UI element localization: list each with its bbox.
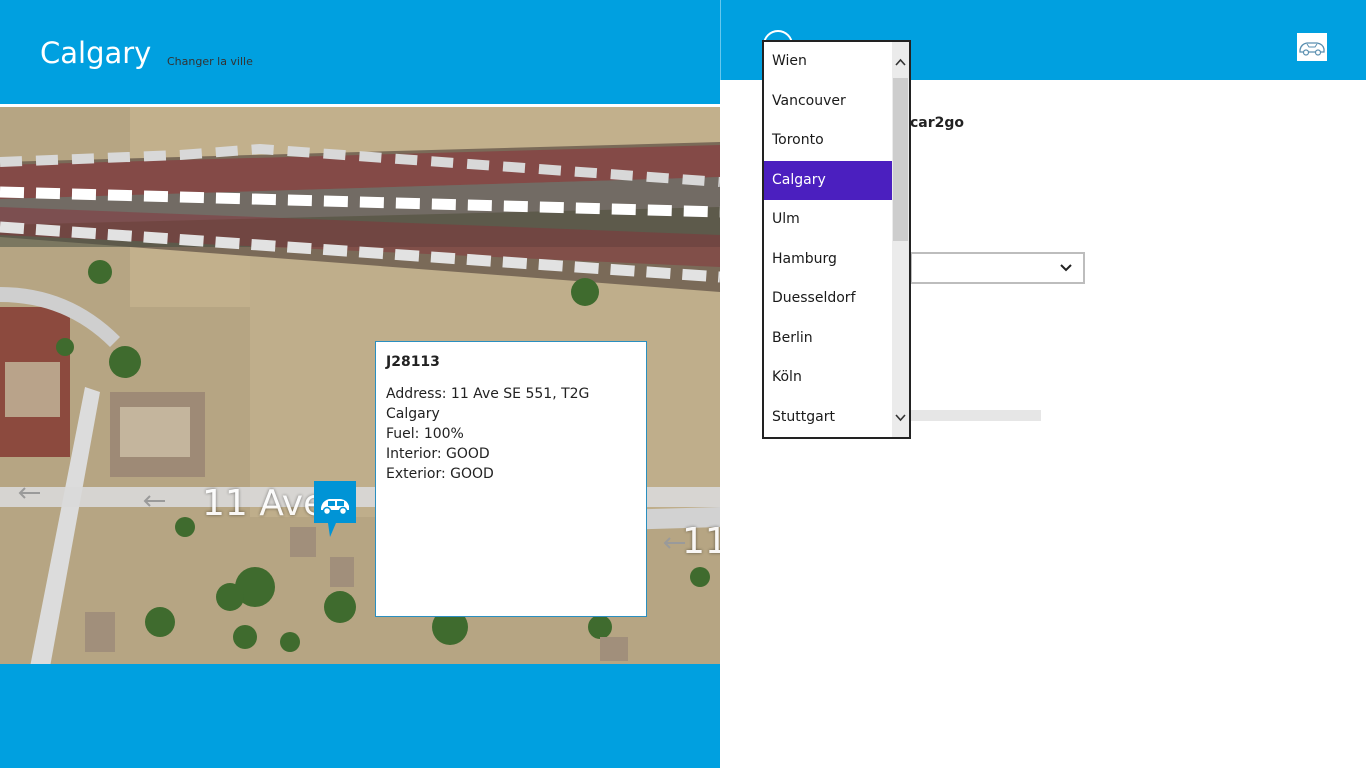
- city-option[interactable]: Hamburg: [764, 240, 894, 279]
- dropdown-scroll-thumb[interactable]: [893, 78, 908, 241]
- city-option[interactable]: Ulm: [764, 200, 894, 239]
- city-option[interactable]: Köln: [764, 358, 894, 397]
- street-label: 11 Ave: [202, 483, 326, 524]
- chevron-up-icon[interactable]: [893, 54, 908, 68]
- car-address: Address: 11 Ave SE 551, T2G Calgary: [386, 386, 590, 422]
- car-logo-icon: [1297, 33, 1327, 61]
- city-dropdown-list[interactable]: Wien Vancouver Toronto Calgary Ulm Hambu…: [762, 40, 911, 439]
- settings-select[interactable]: [910, 252, 1085, 284]
- car-interior: Interior: GOOD: [386, 446, 490, 462]
- car-fuel: Fuel: 100%: [386, 426, 464, 442]
- page-title: Calgary: [40, 36, 152, 70]
- city-option-selected[interactable]: Calgary: [764, 161, 894, 200]
- car-id: J28113: [386, 354, 440, 370]
- provider-label: car2go: [910, 115, 965, 131]
- city-option[interactable]: Vancouver: [764, 82, 894, 121]
- car-info-popup: J28113 Address: 11 Ave SE 551, T2G Calga…: [375, 341, 647, 617]
- chevron-down-icon[interactable]: [893, 410, 908, 424]
- change-city-link[interactable]: Changer la ville: [167, 55, 253, 68]
- city-option[interactable]: Duesseldorf: [764, 279, 894, 318]
- progress-bar: [910, 410, 1041, 421]
- city-option[interactable]: Wien: [764, 42, 894, 81]
- city-option[interactable]: Berlin: [764, 319, 894, 358]
- car-icon[interactable]: [314, 481, 356, 537]
- map-header: Calgary Changer la ville: [0, 0, 720, 104]
- city-option[interactable]: Stuttgart: [764, 398, 894, 437]
- map-pane: Calgary Changer la ville 11 Ave 1 J28113…: [0, 0, 720, 768]
- car-exterior: Exterior: GOOD: [386, 466, 494, 482]
- chevron-down-icon: [1059, 260, 1073, 279]
- street-label: 11: [682, 521, 720, 562]
- city-option[interactable]: Toronto: [764, 121, 894, 160]
